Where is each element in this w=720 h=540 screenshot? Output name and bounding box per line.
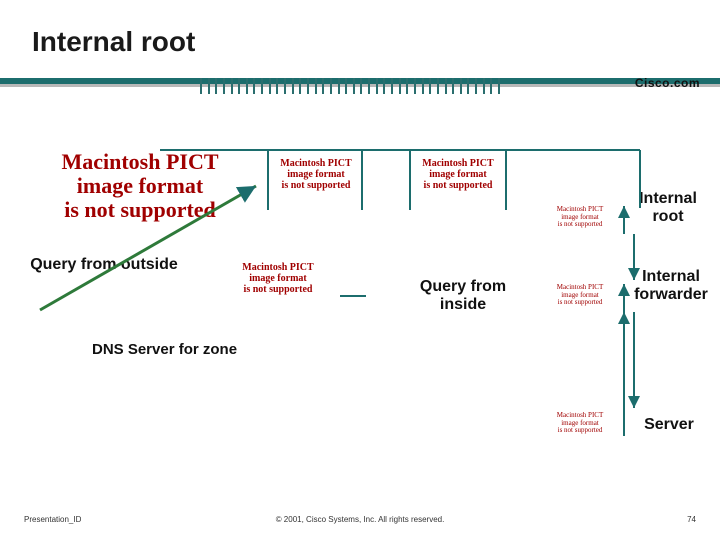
pict-placeholder-sm-1: Macintosh PICT image format is not suppo…: [550, 206, 610, 229]
label-query-inside: Query from inside: [398, 278, 528, 314]
pict-placeholder-med-2: Macintosh PICT image format is not suppo…: [418, 158, 498, 191]
pict-line: is not supported: [418, 180, 498, 191]
pict-line: is not supported: [40, 198, 240, 222]
pict-line: Macintosh PICT: [418, 158, 498, 169]
pict-line: image format: [418, 169, 498, 180]
pict-placeholder-sm-2: Macintosh PICT image format is not suppo…: [550, 284, 610, 307]
pict-placeholder-med-3: Macintosh PICT image format is not suppo…: [218, 262, 338, 295]
brand-logo: Cisco.com: [635, 76, 700, 90]
pict-line: Macintosh PICT: [40, 150, 240, 174]
slide: Internal root Cisco.com Macintosh PICT i…: [0, 0, 720, 540]
pict-line: is not supported: [276, 180, 356, 191]
pict-line: Macintosh PICT: [218, 262, 338, 273]
pict-line: is not supported: [218, 284, 338, 295]
footer-copyright: © 2001, Cisco Systems, Inc. All rights r…: [0, 515, 720, 524]
pict-line: image format: [276, 169, 356, 180]
pict-line: is not supported: [550, 299, 610, 307]
pict-placeholder-large: Macintosh PICT image format is not suppo…: [40, 150, 240, 223]
page-title: Internal root: [32, 26, 195, 58]
pict-placeholder-med-1: Macintosh PICT image format is not suppo…: [276, 158, 356, 191]
label-internal-forwarder: Internal forwarder: [626, 268, 716, 304]
label-dns-zone: DNS Server for zone: [92, 341, 292, 358]
pict-line: is not supported: [550, 427, 610, 435]
label-server: Server: [634, 416, 704, 434]
pict-line: is not supported: [550, 221, 610, 229]
label-query-outside: Query from outside: [4, 256, 204, 274]
footer-page-number: 74: [687, 515, 696, 524]
pict-placeholder-sm-3: Macintosh PICT image format is not suppo…: [550, 412, 610, 435]
pict-line: image format: [40, 174, 240, 198]
pict-line: image format: [218, 273, 338, 284]
label-internal-root: Internal root: [628, 190, 708, 226]
pict-line: Macintosh PICT: [276, 158, 356, 169]
header-rule: [0, 78, 720, 100]
header-hashes: [200, 78, 520, 98]
